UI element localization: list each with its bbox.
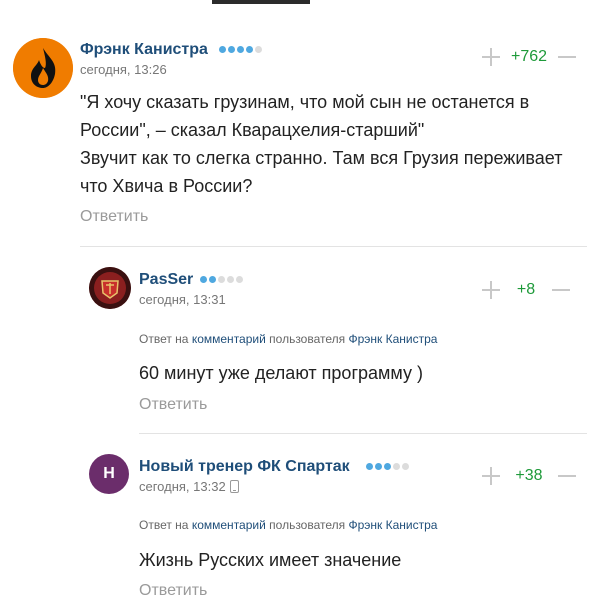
comment-date: сегодня, 13:31: [139, 292, 226, 307]
vote-controls: +8: [482, 281, 570, 299]
downvote-button[interactable]: [558, 48, 576, 66]
comment-author[interactable]: PasSer: [139, 271, 193, 289]
reply-button[interactable]: Ответить: [139, 396, 207, 414]
reply-context: Ответ на комментарий пользователя Фрэнк …: [139, 518, 438, 532]
avatar[interactable]: [13, 38, 73, 98]
vote-controls: +762: [482, 48, 576, 66]
upvote-button[interactable]: [482, 281, 500, 299]
fire-icon: [13, 38, 73, 98]
comment-text: Жизнь Русских имеет значение: [139, 550, 402, 570]
reply-context: Ответ на комментарий пользователя Фрэнк …: [139, 332, 438, 346]
downvote-button[interactable]: [558, 467, 576, 485]
active-tab-indicator: [212, 0, 310, 4]
downvote-button[interactable]: [552, 281, 570, 299]
avatar[interactable]: [89, 267, 131, 309]
avatar[interactable]: Н: [89, 454, 129, 494]
upvote-button[interactable]: [482, 48, 500, 66]
avatar-letter: Н: [103, 465, 115, 482]
user-link[interactable]: Фрэнк Канистра: [349, 332, 438, 346]
comment-author[interactable]: Фрэнк Канистра: [80, 41, 208, 59]
comment-date: сегодня, 13:32: [139, 479, 239, 494]
user-rating-dots: [366, 463, 409, 470]
comment-score: +762: [510, 48, 548, 65]
vote-controls: +38: [482, 467, 576, 485]
divider: [80, 246, 587, 247]
comment-score: +38: [515, 467, 543, 484]
comment-score: +8: [516, 281, 536, 298]
user-link[interactable]: Фрэнк Канистра: [349, 518, 438, 532]
mobile-device-icon: [229, 480, 239, 493]
upvote-button[interactable]: [482, 467, 500, 485]
reply-button[interactable]: Ответить: [139, 582, 207, 600]
reply-button[interactable]: Ответить: [80, 208, 148, 226]
comment-text: 60 минут уже делают программу ): [139, 363, 423, 383]
comment-author[interactable]: Новый тренер ФК Спартак: [139, 458, 350, 476]
user-rating-dots: [200, 276, 243, 283]
comment-text: "Я хочу сказать грузинам, что мой сын не…: [80, 92, 563, 196]
divider: [139, 433, 587, 434]
comment-link[interactable]: комментарий: [192, 332, 266, 346]
club-crest-icon: [89, 267, 131, 309]
comment-link[interactable]: комментарий: [192, 518, 266, 532]
user-rating-dots: [219, 46, 262, 53]
comment-date: сегодня, 13:26: [80, 62, 167, 77]
